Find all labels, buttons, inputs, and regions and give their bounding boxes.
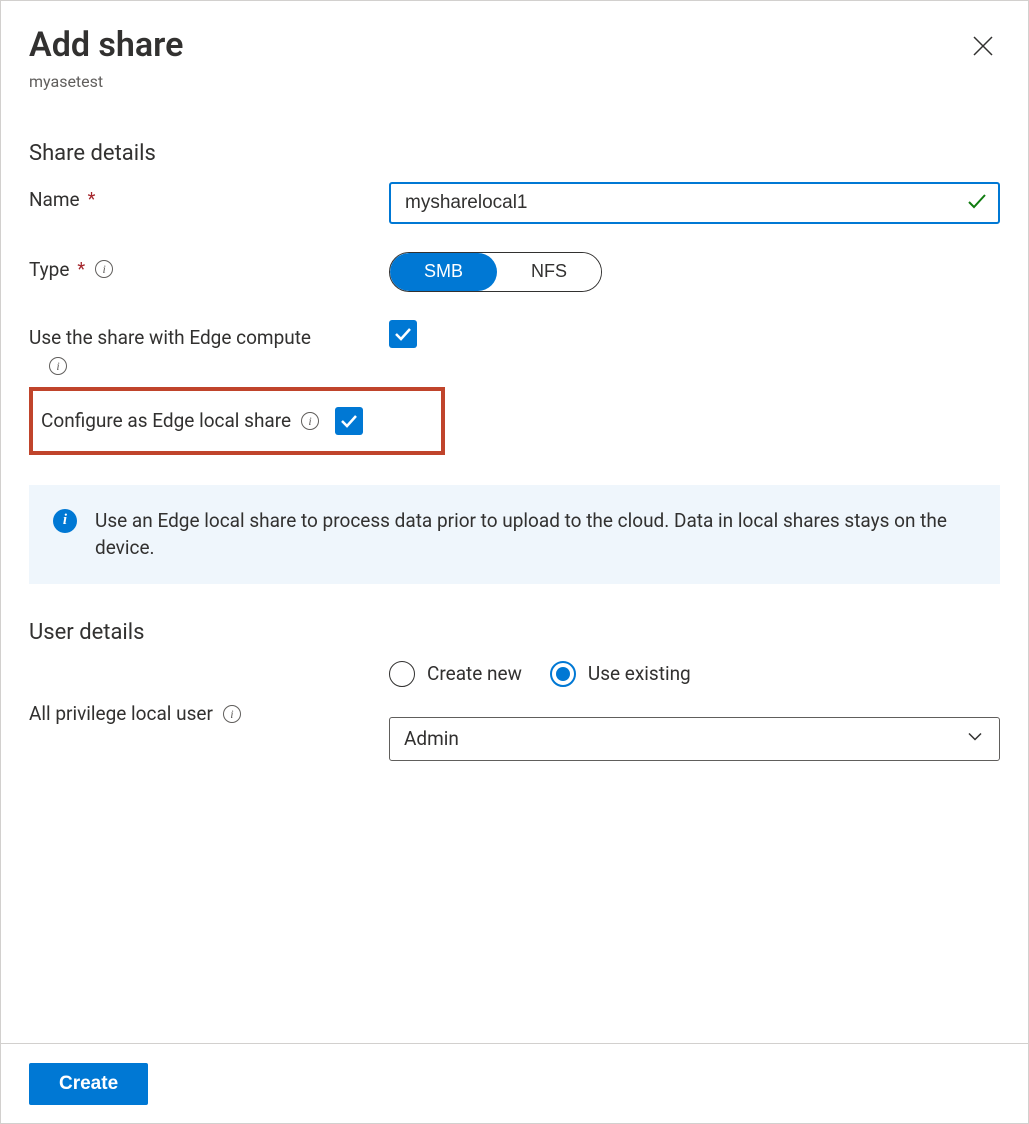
info-icon[interactable]: i [301,412,319,430]
radio-circle-icon [389,661,415,687]
type-segmented: SMB NFS [389,252,602,292]
radio-create-new-label: Create new [427,662,522,685]
name-label: Name [29,188,80,211]
required-mark: * [88,189,96,210]
privilege-user-label: All privilege local user [29,702,213,725]
required-mark: * [77,259,85,280]
name-input[interactable] [389,182,1000,224]
user-select-value: Admin [404,727,459,750]
edge-compute-label: Use the share with Edge compute [29,326,311,349]
info-icon[interactable]: i [223,705,241,723]
section-user-details: User details [29,620,1000,645]
type-option-smb[interactable]: SMB [390,253,497,291]
info-banner-text: Use an Edge local share to process data … [95,507,976,562]
info-icon[interactable]: i [95,260,113,278]
close-button[interactable] [966,29,1000,63]
type-option-nfs[interactable]: NFS [497,253,601,291]
edge-local-checkbox[interactable] [335,407,363,435]
edge-local-highlight: Configure as Edge local share i [29,387,445,455]
chevron-down-icon [965,726,985,751]
edge-local-label: Configure as Edge local share [41,409,291,432]
page-subtitle: myasetest [29,72,183,91]
section-share-details: Share details [29,141,1000,166]
check-icon [339,411,359,431]
user-select[interactable]: Admin [389,717,1000,761]
edge-compute-checkbox[interactable] [389,320,417,348]
info-banner: i Use an Edge local share to process dat… [29,485,1000,584]
page-title: Add share [29,25,183,66]
info-banner-icon: i [53,509,77,533]
radio-use-existing-label: Use existing [588,662,691,685]
valid-check-icon [966,190,988,216]
info-icon[interactable]: i [49,357,67,375]
create-button[interactable]: Create [29,1063,148,1105]
check-icon [393,324,413,344]
type-label: Type [29,258,69,281]
radio-circle-icon [550,661,576,687]
close-icon [972,35,994,57]
radio-create-new[interactable]: Create new [389,661,522,687]
radio-use-existing[interactable]: Use existing [550,661,691,687]
